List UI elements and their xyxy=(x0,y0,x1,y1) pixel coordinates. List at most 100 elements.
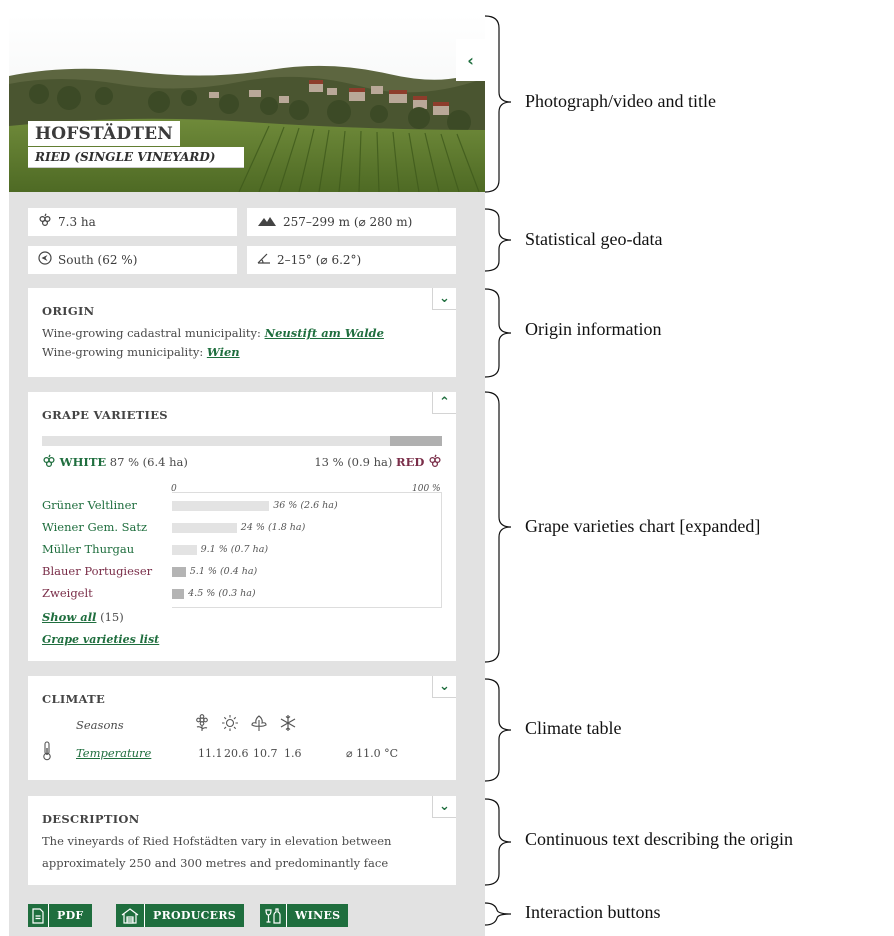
pdf-button[interactable]: PDF xyxy=(28,904,92,927)
variety-name[interactable]: Grüner Veltliner xyxy=(42,498,137,512)
spring-flower-icon xyxy=(194,714,210,736)
description-heading: DESCRIPTION xyxy=(42,812,140,826)
description-line-2: approximately 250 and 300 metres and pre… xyxy=(42,856,389,870)
title-block: HOFSTÄDTEN RIED (SINGLE VINEYARD) xyxy=(28,121,244,168)
chevron-left-icon: ‹ xyxy=(467,50,474,70)
temperature-link[interactable]: Temperature xyxy=(76,746,151,760)
temperature-line: Temperature xyxy=(76,746,151,760)
seasons-label: Seasons xyxy=(76,718,124,732)
white-share-line: WHITE 87 % (6.4 ha) xyxy=(42,454,188,469)
wine-bottle-glass-icon xyxy=(260,904,287,927)
temp-autumn: 10.7 xyxy=(253,747,278,760)
winery-building-icon xyxy=(116,904,145,927)
red-share-fill xyxy=(390,436,442,446)
climate-brace xyxy=(485,678,512,782)
cadastral-link[interactable]: Neustift am Walde xyxy=(265,326,384,340)
variety-value-label: 4.5 % (0.3 ha) xyxy=(188,588,256,599)
area-stat: 7.3 ha xyxy=(28,208,237,236)
thermometer-icon xyxy=(42,741,52,765)
municipality-label: Wine-growing municipality: xyxy=(42,345,204,359)
variety-bar xyxy=(172,567,186,577)
description-brace xyxy=(485,798,512,886)
annotation-description: Continuous text describing the origin xyxy=(525,829,793,849)
origin-heading: ORIGIN xyxy=(42,304,95,318)
producers-label: PRODUCERS xyxy=(153,909,237,922)
show-all-count: (15) xyxy=(100,610,124,624)
area-value: 7.3 ha xyxy=(58,215,96,229)
stats-brace xyxy=(485,208,512,272)
variety-bar xyxy=(172,523,237,533)
annotation-grapes: Grape varieties chart [expanded] xyxy=(525,516,761,536)
annotation-hero: Photograph/video and title xyxy=(525,91,716,111)
red-share-line: 13 % (0.9 ha) RED xyxy=(314,454,442,469)
origin-brace xyxy=(485,288,512,378)
wines-label: WINES xyxy=(295,909,341,922)
grapes-heading: GRAPE VARIETIES xyxy=(42,408,168,422)
show-all-line: Show all (15) xyxy=(42,610,124,624)
slope-stat: 2–15° (⌀ 6.2°) xyxy=(247,246,456,274)
compass-icon xyxy=(38,251,52,269)
variety-name[interactable]: Zweigelt xyxy=(42,586,93,600)
expand-origin-button[interactable]: ⌄ xyxy=(432,288,456,310)
chevron-down-icon: ⌄ xyxy=(439,799,450,814)
elevation-stat: 257–299 m (⌀ 280 m) xyxy=(247,208,456,236)
variety-value-label: 5.1 % (0.4 ha) xyxy=(189,566,258,577)
climate-card: ⌄ CLIMATE Seasons Temperature 11.1 20.6 … xyxy=(28,676,456,780)
origin-card: ⌄ ORIGIN Wine-growing cadastral municipa… xyxy=(28,288,456,377)
red-label: RED xyxy=(396,455,425,469)
grape-varieties-list-link[interactable]: Grape varieties list xyxy=(42,633,159,646)
annotation-origin: Origin information xyxy=(525,319,662,339)
cadastral-label: Wine-growing cadastral municipality: xyxy=(42,326,261,340)
description-card: ⌄ DESCRIPTION The vineyards of Ried Hofs… xyxy=(28,796,456,885)
collapse-grapes-button[interactable]: ⌃ xyxy=(432,392,456,414)
expand-climate-button[interactable]: ⌄ xyxy=(432,676,456,698)
grapes-brace xyxy=(485,391,512,663)
white-value: 87 % (6.4 ha) xyxy=(109,455,188,469)
expand-description-button[interactable]: ⌄ xyxy=(432,796,456,818)
chevron-down-icon: ⌄ xyxy=(439,679,450,694)
hero-photo: ‹ HOFSTÄDTEN RIED (SINGLE VINEYARD) xyxy=(9,14,485,192)
wines-button[interactable]: WINES xyxy=(260,904,349,927)
variety-name[interactable]: Müller Thurgau xyxy=(42,542,134,556)
elevation-value: 257–299 m (⌀ 280 m) xyxy=(283,215,413,229)
annotation-climate: Climate table xyxy=(525,718,622,738)
temp-spring: 11.1 xyxy=(198,747,223,760)
slope-value: 2–15° (⌀ 6.2°) xyxy=(277,253,362,267)
show-all-link[interactable]: Show all xyxy=(42,610,96,624)
temp-summer: 20.6 xyxy=(224,747,249,760)
slope-angle-icon xyxy=(257,252,271,268)
autumn-leaf-icon xyxy=(250,714,268,736)
producers-button[interactable]: PRODUCERS xyxy=(116,904,245,927)
municipality-line: Wine-growing municipality: Wien xyxy=(42,345,240,359)
vineyard-subtitle: RIED (SINGLE VINEYARD) xyxy=(28,147,244,168)
grape-icon xyxy=(38,213,52,231)
variety-name[interactable]: Wiener Gem. Satz xyxy=(42,520,147,534)
axis-min-label: 0 xyxy=(171,484,177,494)
annotation-buttons: Interaction buttons xyxy=(525,902,661,922)
hero-brace xyxy=(485,15,512,193)
axis-max-label: 100 % xyxy=(412,484,441,494)
variety-bar xyxy=(172,589,185,599)
grape-list-line: Grape varieties list xyxy=(42,632,159,646)
red-value: 13 % (0.9 ha) xyxy=(314,455,393,469)
chevron-down-icon: ⌄ xyxy=(439,291,450,306)
variety-name[interactable]: Blauer Portugieser xyxy=(42,564,152,578)
vineyard-title: HOFSTÄDTEN xyxy=(28,121,181,146)
municipality-link[interactable]: Wien xyxy=(207,345,240,359)
cadastral-line: Wine-growing cadastral municipality: Neu… xyxy=(42,326,384,340)
temp-winter: 1.6 xyxy=(284,747,302,760)
vineyard-panel: ‹ HOFSTÄDTEN RIED (SINGLE VINEYARD) 7.3 … xyxy=(9,14,485,936)
white-red-share-bar xyxy=(42,436,442,446)
white-label: WHITE xyxy=(59,455,107,469)
aspect-stat: South (62 %) xyxy=(28,246,237,274)
winter-snowflake-icon xyxy=(279,714,297,736)
mountain-icon xyxy=(257,215,277,230)
variety-bar xyxy=(172,501,270,511)
variety-value-label: 36 % (2.6 ha) xyxy=(273,500,338,511)
collapse-panel-button[interactable]: ‹ xyxy=(456,39,485,81)
summer-sun-icon xyxy=(221,714,239,736)
temp-average: ⌀ 11.0 °C xyxy=(346,747,399,760)
variety-value-label: 9.1 % (0.7 ha) xyxy=(200,544,269,555)
white-grape-icon xyxy=(42,454,60,469)
pdf-label: PDF xyxy=(57,909,84,922)
